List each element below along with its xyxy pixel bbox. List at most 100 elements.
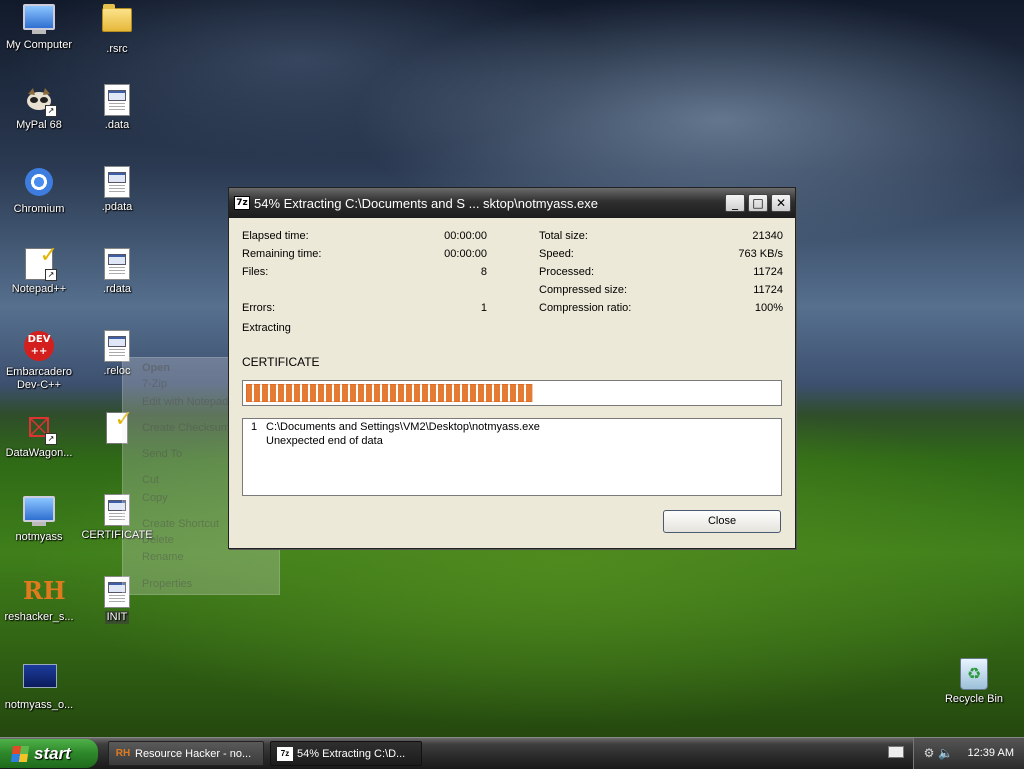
windows-logo-icon <box>10 746 30 762</box>
extract-progress-dialog: 7z 54% Extracting C:\Documents and S ...… <box>228 187 796 549</box>
start-label: start <box>34 744 71 763</box>
start-button[interactable]: start <box>0 739 98 768</box>
desktop-icon-label: notmyass <box>15 531 63 543</box>
desktop-icon-datawagon[interactable]: ↗ DataWagon... <box>0 412 78 460</box>
stat-label: Files: <box>242 266 269 278</box>
desktop-icon-reshacker[interactable]: RH reshacker_s... <box>0 576 78 624</box>
extraction-progress-bar <box>242 380 782 406</box>
close-icon: ✕ <box>775 196 787 210</box>
desktop-icon-notepadpp[interactable]: ↗ Notepad++ <box>0 243 78 296</box>
safely-remove-hardware-icon[interactable]: ⚙ <box>922 747 936 760</box>
stat-compression-ratio: Compression ratio: 100% <box>539 302 783 316</box>
notepad-plus-plus-icon: ↗ <box>23 243 58 281</box>
stat-value: 11724 <box>753 284 783 296</box>
menu-item-cut: Cut <box>142 474 160 486</box>
keyboard-layout-icon[interactable] <box>888 746 904 758</box>
maximize-icon: □ <box>752 196 764 210</box>
minimize-button[interactable]: _ <box>725 194 745 212</box>
menu-item-delete: Delete <box>142 534 174 546</box>
desktop-icon-label: .rdata <box>102 283 132 295</box>
shortcut-arrow-icon: ↗ <box>45 105 57 117</box>
desktop-icon-pdata[interactable]: .pdata <box>78 166 156 214</box>
recycle-bin-icon: ♻ <box>958 658 990 690</box>
desktop-icon-notmyass[interactable]: notmyass <box>0 494 78 544</box>
desktop-icon-label: reshacker_s... <box>4 611 74 623</box>
desktop-icon-label: Recycle Bin <box>944 693 1004 705</box>
desktop-icon-recycle-bin[interactable]: ♻ Recycle Bin <box>935 658 1013 706</box>
dialog-titlebar[interactable]: 7z 54% Extracting C:\Documents and S ...… <box>229 188 795 218</box>
shortcut-arrow-icon: ↗ <box>45 269 57 281</box>
dialog-title: 54% Extracting C:\Documents and S ... sk… <box>254 196 598 211</box>
desktop-icon-label: DataWagon... <box>5 447 73 459</box>
stat-value: 8 <box>480 266 487 278</box>
desktop-icon-data[interactable]: .data <box>78 84 156 132</box>
stat-elapsed-time: Elapsed time: 00:00:00 <box>242 230 487 244</box>
desktop-icon-label: My Computer <box>5 39 73 51</box>
menu-item-create-shortcut: Create Shortcut <box>142 518 220 530</box>
file-icon <box>101 248 133 280</box>
volume-icon[interactable]: 🔈 <box>938 747 953 760</box>
stat-value: 21340 <box>752 230 783 242</box>
stat-total-size: Total size: 21340 <box>539 230 783 244</box>
resource-hacker-icon: RH <box>115 748 131 759</box>
taskbar-item-resource-hacker[interactable]: RH Resource Hacker - no... <box>108 741 264 766</box>
menu-item-edit-notepad: Edit with Notepad++ <box>142 396 242 408</box>
desktop-icon-chromium[interactable]: Chromium <box>0 166 78 216</box>
mypal-icon: ↗ <box>23 84 57 117</box>
clock[interactable]: 12:39 AM <box>968 738 1014 769</box>
close-button[interactable]: Close <box>663 510 781 533</box>
stat-value: 1 <box>480 302 487 314</box>
desktop-icon-label: .data <box>104 119 130 131</box>
desktop-icon-devcpp[interactable]: DEV ++ Embarcadero Dev-C++ <box>0 330 78 392</box>
taskbar-item-label: Resource Hacker - no... <box>135 748 252 760</box>
stat-label: Processed: <box>539 266 595 278</box>
error-log-list[interactable]: 1 C:\Documents and Settings\VM2\Desktop\… <box>242 418 782 496</box>
desktop-icon-my-computer[interactable]: My Computer <box>0 2 78 52</box>
menu-item-rename: Rename <box>142 551 184 563</box>
stat-value: 00:00:00 <box>444 248 487 260</box>
taskbar: start RH Resource Hacker - no... 7z 54% … <box>0 737 1024 769</box>
stat-remaining-time: Remaining time: 00:00:00 <box>242 248 487 262</box>
shortcut-arrow-icon: ↗ <box>45 433 57 445</box>
taskbar-item-extracting[interactable]: 7z 54% Extracting C:\D... <box>270 741 422 766</box>
file-icon <box>101 166 133 198</box>
desktop-icon-rdata[interactable]: .rdata <box>78 248 156 296</box>
desktop-icon-label: .pdata <box>101 201 133 213</box>
system-tray: ⚙ 🔈 12:39 AM <box>913 738 1024 769</box>
folder-icon <box>101 4 133 40</box>
stat-speed: Speed: 763 KB/s <box>539 248 783 262</box>
maximize-button[interactable]: □ <box>748 194 768 212</box>
datawagon-icon: ↗ <box>23 412 57 445</box>
log-line-error: Unexpected end of data <box>266 435 383 447</box>
stat-label: Errors: <box>242 302 275 314</box>
computer-icon <box>23 496 55 528</box>
desktop-icon-mypal[interactable]: ↗ MyPal 68 <box>0 84 78 132</box>
desktop-icon-label: Notepad++ <box>11 283 67 295</box>
chromium-icon <box>23 168 55 200</box>
7zip-icon: 7z <box>234 196 250 210</box>
stat-processed: Processed: 11724 <box>539 266 783 280</box>
desktop-icon-label: MyPal 68 <box>16 119 62 131</box>
close-window-button[interactable]: ✕ <box>771 194 791 212</box>
desktop-icon-label: Embarcadero Dev-C++ <box>5 366 73 391</box>
stat-compressed-size: Compressed size: 11724 <box>539 284 783 298</box>
current-file-name: CERTIFICATE <box>242 355 320 369</box>
stat-label: Speed: <box>539 248 574 260</box>
stat-value: 00:00:00 <box>444 230 487 242</box>
dev-cpp-icon: DEV ++ <box>23 331 55 363</box>
stat-files: Files: 8 <box>242 266 487 280</box>
desktop-icon-rsrc[interactable]: .rsrc <box>78 2 156 56</box>
computer-icon <box>23 4 55 36</box>
menu-item-copy: Copy <box>142 492 168 504</box>
window-icon <box>23 664 57 696</box>
stat-label: Remaining time: <box>242 248 322 260</box>
desktop-icon-label: notmyass_o... <box>4 699 74 711</box>
stat-label: Compression ratio: <box>539 302 632 314</box>
desktop-icon-notmyass-o[interactable]: notmyass_o... <box>0 658 78 712</box>
stat-label: Total size: <box>539 230 588 242</box>
stat-value: 763 KB/s <box>738 248 783 260</box>
stat-value: 100% <box>754 302 783 314</box>
7zip-icon: 7z <box>277 747 293 761</box>
minimize-icon: _ <box>732 196 738 210</box>
menu-item-properties: Properties <box>142 578 193 590</box>
